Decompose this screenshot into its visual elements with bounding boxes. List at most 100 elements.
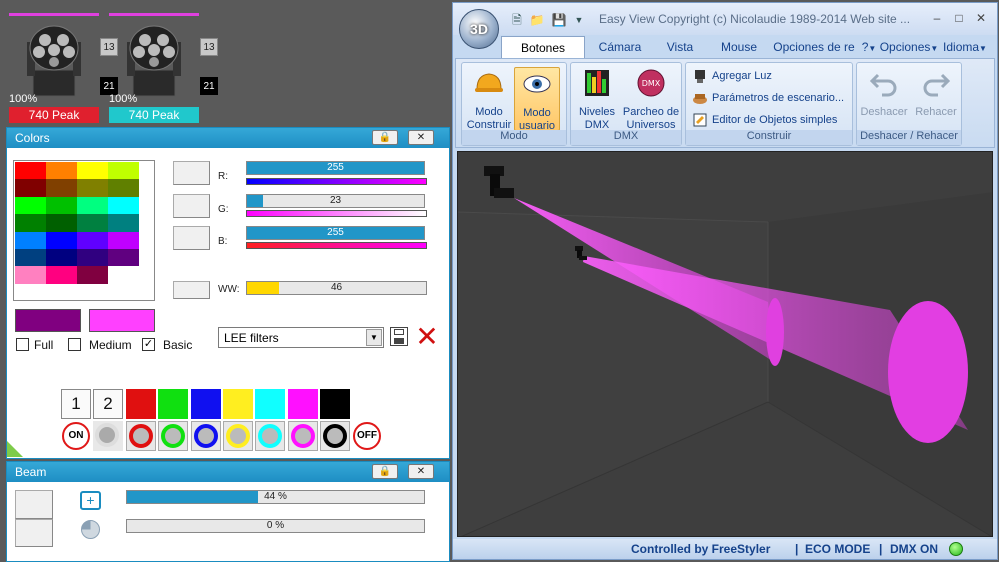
color-ring-button[interactable]: [126, 421, 156, 451]
palette-swatch[interactable]: [77, 179, 108, 197]
color-preset-button[interactable]: [190, 389, 221, 419]
palette-swatch[interactable]: [46, 214, 77, 232]
palette-swatch[interactable]: [46, 249, 77, 267]
save-icon[interactable]: [390, 327, 408, 346]
palette-swatch[interactable]: [15, 214, 46, 232]
red-slider[interactable]: 255: [246, 161, 425, 175]
green-slider[interactable]: 23: [246, 194, 425, 208]
preset-2-button[interactable]: 2: [93, 389, 123, 419]
palette-swatch[interactable]: [77, 214, 108, 232]
filter-select[interactable]: LEE filters ▼: [218, 327, 384, 348]
chevron-down-icon[interactable]: ▼: [366, 329, 382, 346]
color-preset-button[interactable]: [255, 389, 286, 419]
palette-swatch[interactable]: [15, 249, 46, 267]
palette-swatch[interactable]: [46, 162, 77, 180]
palette-swatch[interactable]: [77, 162, 108, 180]
new-file-icon[interactable]: 🗎: [509, 12, 525, 28]
close-icon[interactable]: ✕: [408, 464, 434, 479]
3d-viewport[interactable]: [457, 151, 993, 537]
zoom-slider[interactable]: 44 %: [126, 490, 425, 504]
tab-vista[interactable]: Vista: [655, 36, 705, 58]
palette-swatch[interactable]: [108, 196, 139, 215]
palette-swatch[interactable]: [15, 179, 46, 197]
palette-swatch[interactable]: [46, 266, 77, 284]
palette-swatch[interactable]: [108, 179, 139, 197]
undo-button[interactable]: Deshacer: [859, 67, 909, 131]
color-ring-button[interactable]: [287, 421, 318, 451]
palette-swatch[interactable]: [108, 231, 139, 249]
object-editor-button[interactable]: Editor de Objetos simples: [692, 111, 837, 129]
redo-button[interactable]: Rehacer: [911, 67, 961, 131]
open-folder-icon[interactable]: 📁: [529, 12, 545, 28]
palette-swatch[interactable]: [77, 231, 108, 249]
user-mode-button[interactable]: Modo usuario: [514, 67, 560, 132]
color-ring-button[interactable]: [255, 421, 286, 451]
palette-swatch[interactable]: [46, 196, 77, 215]
palette-swatch[interactable]: [15, 231, 46, 249]
app-orb-button[interactable]: 3D: [459, 9, 499, 49]
build-mode-button[interactable]: Modo Construir: [466, 67, 512, 131]
tab-botones[interactable]: Botones estánd: [501, 36, 585, 77]
palette-swatch[interactable]: [46, 231, 77, 249]
ww-slider[interactable]: 46: [246, 281, 427, 295]
minimize-icon[interactable]: –: [928, 10, 946, 26]
color-preset-button[interactable]: [287, 389, 318, 419]
dmx-levels-button[interactable]: Niveles DMX: [573, 67, 621, 131]
palette-swatch[interactable]: [108, 214, 139, 232]
color-ring-button[interactable]: [319, 421, 350, 451]
color-preset-button[interactable]: [158, 389, 189, 419]
tab-camara[interactable]: Cámara: [591, 36, 649, 58]
lock-icon[interactable]: 🔒: [372, 464, 398, 479]
help-menu[interactable]: ?▼: [859, 36, 879, 58]
resize-grip-icon[interactable]: [7, 441, 23, 457]
palette-swatch[interactable]: [108, 266, 139, 284]
beam-slider-2[interactable]: 0 %: [126, 519, 425, 533]
blue-slider[interactable]: 255: [246, 226, 425, 240]
close-icon[interactable]: ✕: [408, 130, 434, 145]
delete-icon[interactable]: ✕: [414, 323, 440, 351]
on-button[interactable]: ON: [61, 421, 91, 451]
save-icon[interactable]: 💾: [551, 12, 567, 28]
color-ring-button[interactable]: [158, 421, 189, 451]
palette-swatch[interactable]: [77, 249, 108, 267]
color-preset-button[interactable]: [319, 389, 350, 419]
fixture-1[interactable]: 13 21 100% 740 Peak: [9, 10, 118, 124]
lock-icon[interactable]: 🔒: [372, 130, 398, 145]
beam-button-2[interactable]: [15, 519, 53, 547]
palette-swatch[interactable]: [108, 162, 139, 180]
palette-swatch[interactable]: [46, 179, 77, 197]
maximize-icon[interactable]: □: [950, 10, 968, 26]
fixture-2[interactable]: 13 21 100% 740 Peak: [109, 10, 218, 124]
options-menu[interactable]: Opciones▼: [879, 36, 939, 58]
color-preset-button[interactable]: [126, 389, 156, 419]
ww-button[interactable]: [173, 281, 210, 299]
add-light-button[interactable]: Agregar Luz: [692, 67, 772, 85]
palette-swatch[interactable]: [15, 266, 46, 284]
palette-swatch[interactable]: [15, 162, 46, 180]
full-checkbox[interactable]: [16, 338, 29, 351]
customize-icon[interactable]: ▼: [571, 12, 587, 28]
color-ring-button[interactable]: [222, 421, 253, 451]
close-icon[interactable]: ✕: [972, 10, 990, 26]
palette-swatch[interactable]: [77, 266, 108, 284]
tab-opciones-de-re[interactable]: Opciones de re: [771, 36, 857, 58]
blue-button[interactable]: [173, 226, 210, 250]
medium-checkbox[interactable]: [68, 338, 81, 351]
gray-ring-button[interactable]: [93, 421, 123, 451]
language-menu[interactable]: Idioma▼: [941, 36, 989, 58]
palette-swatch[interactable]: [15, 196, 46, 215]
palette-swatch[interactable]: [108, 249, 139, 267]
preset-1-button[interactable]: 1: [61, 389, 91, 419]
color-ring-button[interactable]: [190, 421, 221, 451]
green-button[interactable]: [173, 194, 210, 218]
color-palette[interactable]: [15, 162, 139, 284]
patch-universes-button[interactable]: DMX Parcheo de Universos: [621, 67, 681, 131]
beam-button-1[interactable]: [15, 490, 53, 519]
off-button[interactable]: OFF: [352, 421, 382, 451]
basic-checkbox[interactable]: ✓: [142, 338, 155, 351]
red-button[interactable]: [173, 161, 210, 185]
tab-mouse[interactable]: Mouse: [711, 36, 767, 58]
color-preset-button[interactable]: [222, 389, 253, 419]
scene-params-button[interactable]: Parámetros de escenario...: [692, 89, 844, 107]
palette-swatch[interactable]: [77, 196, 108, 215]
